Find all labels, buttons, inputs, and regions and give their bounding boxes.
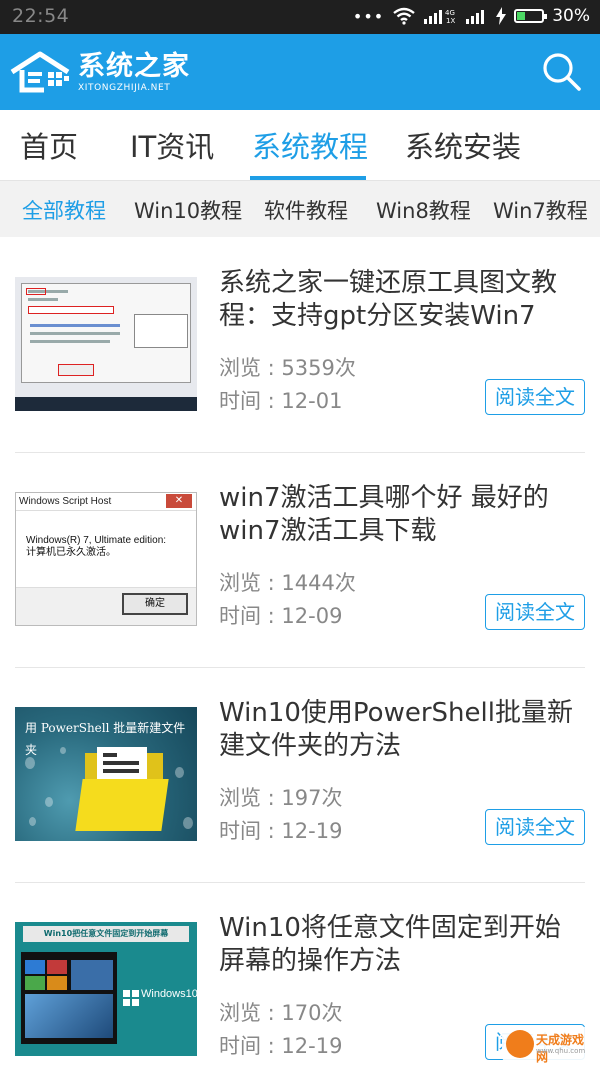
charging-icon bbox=[496, 7, 507, 25]
house-logo-icon bbox=[10, 51, 70, 93]
article-title[interactable]: 系统之家一键还原工具图文教程：支持gpt分区安装Win7 bbox=[219, 267, 585, 333]
search-icon[interactable] bbox=[540, 50, 584, 94]
publish-date: 时间 : 12-19 bbox=[219, 819, 343, 843]
subtab-win10[interactable]: Win10教程 bbox=[134, 195, 242, 225]
view-count: 浏览 : 5359次 bbox=[219, 356, 356, 380]
article-thumbnail[interactable] bbox=[15, 277, 197, 411]
subtab-win7[interactable]: Win7教程 bbox=[493, 195, 588, 225]
subtab-all[interactable]: 全部教程 bbox=[22, 195, 106, 225]
article-thumbnail[interactable]: Windows Script Host ✕ Windows(R) 7, Ulti… bbox=[15, 492, 197, 626]
subtab-win8[interactable]: Win8教程 bbox=[376, 195, 471, 225]
view-count: 浏览 : 197次 bbox=[219, 786, 343, 810]
battery-icon bbox=[514, 9, 548, 23]
logo-title: 系统之家 bbox=[78, 50, 190, 82]
tab-system-tutorials[interactable]: 系统教程 bbox=[252, 124, 368, 166]
svg-text:1X: 1X bbox=[446, 17, 455, 25]
thumb-brand: Windows10 bbox=[141, 988, 197, 1000]
list-item[interactable]: 系统之家一键还原工具图文教程：支持gpt分区安装Win7 浏览 : 5359次 … bbox=[15, 237, 585, 453]
tab-home[interactable]: 首页 bbox=[20, 124, 78, 166]
more-notifications-icon: ••• bbox=[352, 6, 385, 26]
thumb-dialog-line2: 计算机已永久激活。 bbox=[26, 547, 116, 558]
windows-logo-icon bbox=[123, 990, 139, 1006]
tab-it-news[interactable]: IT资讯 bbox=[130, 124, 214, 166]
signal-4g-icon: 4G 1X bbox=[424, 9, 456, 25]
status-bar: 22:54 ••• 4G 1X 30% bbox=[0, 0, 600, 34]
article-title[interactable]: Win10将任意文件固定到开始屏幕的操作方法 bbox=[219, 912, 585, 978]
article-thumbnail[interactable]: Win10把任意文件固定到开始屏幕 Windows10 bbox=[15, 922, 197, 1056]
primary-tabs: 首页 IT资讯 系统教程 系统安装 bbox=[0, 110, 600, 180]
article-thumbnail[interactable]: 用 PowerShell 批量新建文件夹 bbox=[15, 707, 197, 841]
battery-percent: 30% bbox=[552, 6, 590, 26]
status-icons: ••• 4G 1X 30% bbox=[353, 6, 590, 26]
folder-icon bbox=[75, 779, 169, 831]
list-item[interactable]: Windows Script Host ✕ Windows(R) 7, Ulti… bbox=[15, 452, 585, 668]
view-count: 浏览 : 1444次 bbox=[219, 571, 356, 595]
thumb-ok-button: 确定 bbox=[122, 593, 188, 615]
thumb-banner: Win10把任意文件固定到开始屏幕 bbox=[23, 926, 189, 942]
publish-date: 时间 : 12-19 bbox=[219, 1034, 343, 1058]
logo-subtitle: XITONGZHIJIA.NET bbox=[78, 82, 171, 93]
status-time: 22:54 bbox=[12, 5, 70, 27]
read-full-button[interactable]: 阅读全文 bbox=[485, 379, 585, 415]
read-full-button[interactable]: 阅读全文 bbox=[485, 594, 585, 630]
tab-system-install[interactable]: 系统安装 bbox=[405, 124, 521, 166]
close-icon: ✕ bbox=[166, 494, 192, 508]
list-item[interactable]: 用 PowerShell 批量新建文件夹 Win10使用PowerShell批量… bbox=[15, 667, 585, 883]
thumb-banner: 用 PowerShell 批量新建文件夹 bbox=[25, 721, 186, 757]
app-header: 系统之家 XITONGZHIJIA.NET bbox=[0, 34, 600, 110]
list-item[interactable]: Win10把任意文件固定到开始屏幕 Windows10 Win10将任意文件固定… bbox=[15, 882, 585, 1067]
article-title[interactable]: win7激活工具哪个好 最好的win7激活工具下载 bbox=[219, 482, 585, 548]
watermark-sub: www.qhu.com bbox=[536, 1047, 586, 1055]
view-count: 浏览 : 170次 bbox=[219, 1001, 343, 1025]
publish-date: 时间 : 12-09 bbox=[219, 604, 343, 628]
thumb-dialog-line1: Windows(R) 7, Ultimate edition: bbox=[26, 535, 167, 546]
wifi-icon bbox=[393, 7, 415, 25]
read-full-button[interactable]: 阅读全文 bbox=[485, 809, 585, 845]
category-tabs: 全部教程 Win10教程 软件教程 Win8教程 Win7教程 bbox=[0, 180, 600, 237]
publish-date: 时间 : 12-01 bbox=[219, 389, 343, 413]
signal-icon bbox=[466, 10, 485, 24]
article-title[interactable]: Win10使用PowerShell批量新建文件夹的方法 bbox=[219, 697, 585, 763]
watermark-logo: 天成游戏网 www.qhu.com bbox=[502, 1027, 594, 1064]
svg-text:4G: 4G bbox=[445, 9, 455, 17]
site-logo[interactable]: 系统之家 XITONGZHIJIA.NET bbox=[10, 50, 190, 94]
tablet-image bbox=[21, 952, 117, 1044]
subtab-software[interactable]: 软件教程 bbox=[264, 195, 348, 225]
